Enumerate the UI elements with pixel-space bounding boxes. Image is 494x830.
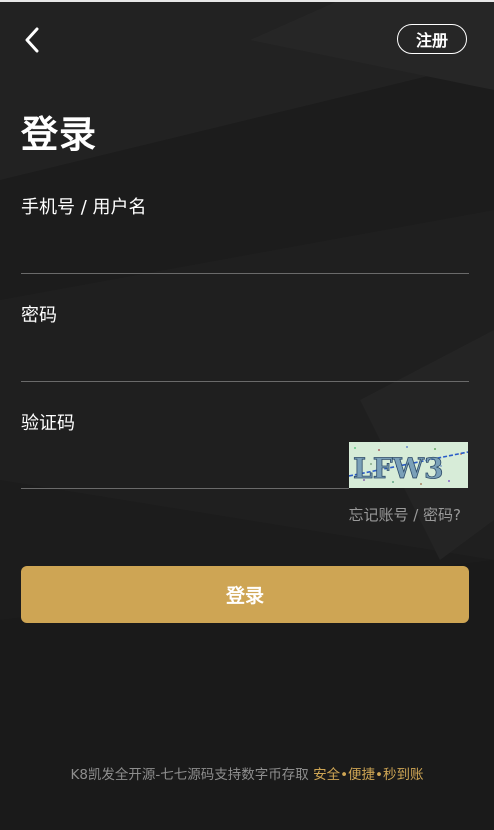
- back-button[interactable]: [20, 26, 44, 54]
- page-title: 登录: [21, 113, 97, 156]
- forgot-password-link[interactable]: 忘记账号 / 密码?: [348, 504, 461, 525]
- captcha-input[interactable]: [21, 451, 349, 489]
- password-input[interactable]: [21, 344, 469, 382]
- register-button[interactable]: 注册: [397, 24, 467, 54]
- password-label: 密码: [21, 305, 57, 326]
- footer-text: K8凯发全开源-七七源码支持数字币存取 安全•便捷•秒到账: [0, 763, 494, 783]
- captcha-text: LFW3: [353, 452, 444, 485]
- chevron-left-icon: [25, 27, 39, 53]
- captcha-image[interactable]: LFW3: [349, 442, 468, 488]
- login-button[interactable]: 登录: [21, 566, 469, 623]
- top-border: [0, 0, 494, 2]
- username-label: 手机号 / 用户名: [21, 197, 147, 218]
- footer-main-text: K8凯发全开源-七七源码支持数字币存取: [70, 767, 309, 783]
- username-input[interactable]: [21, 236, 469, 274]
- footer-highlight-text: 安全•便捷•秒到账: [313, 767, 424, 783]
- captcha-label: 验证码: [21, 413, 75, 434]
